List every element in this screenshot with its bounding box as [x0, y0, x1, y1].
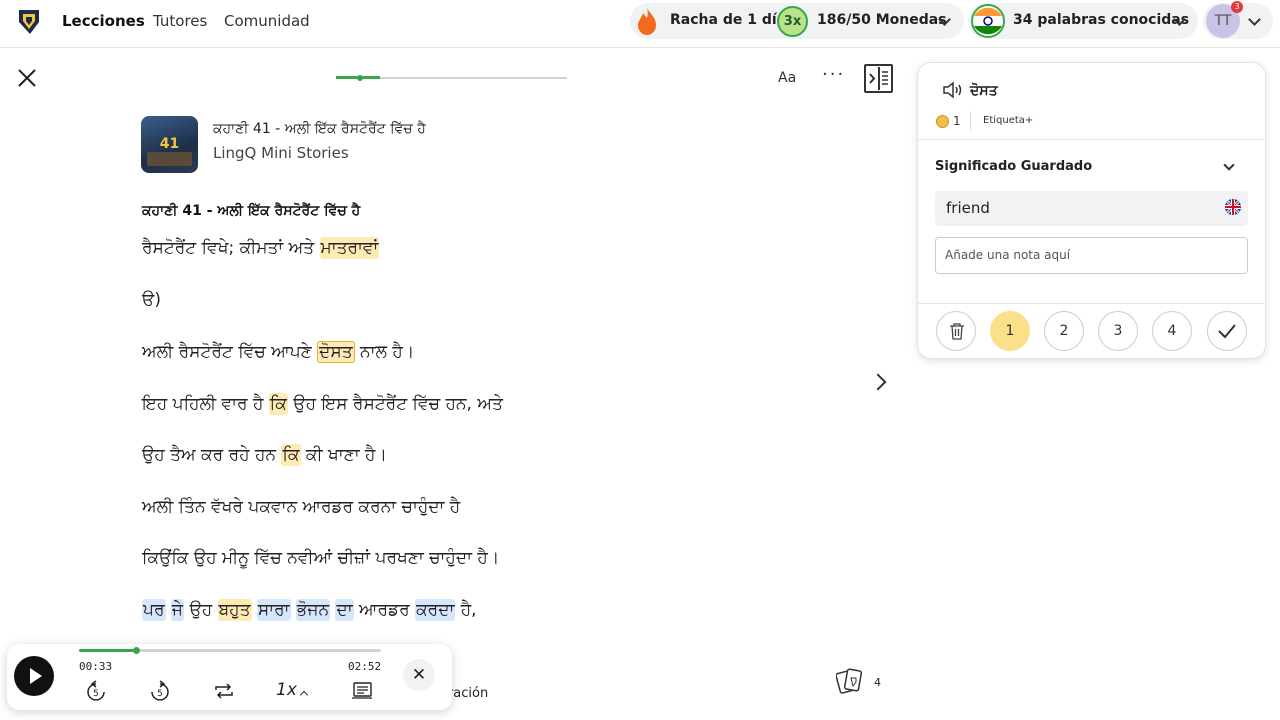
- streak-text: Racha de 1 día: [670, 12, 787, 28]
- selected-lingq-word[interactable]: ਦੋਸਤ: [317, 341, 355, 363]
- trash-icon: [950, 323, 964, 340]
- total-time: 02:52: [348, 660, 382, 673]
- svg-text:5: 5: [93, 689, 99, 699]
- coin-count: 1: [953, 114, 961, 128]
- new-word[interactable]: ਦਾ: [335, 599, 354, 621]
- chevron-down-icon[interactable]: [1223, 159, 1235, 171]
- text-line: ਕਿਉਂਕਿ ਉਹ ਮੀਨੂ ਵਿੱਚ ਨਵੀਆਂ ਚੀਜ਼ਾਂ ਪਰਖਣਾ ਚ…: [142, 548, 499, 568]
- uk-flag-icon[interactable]: [1225, 199, 1241, 215]
- level-4-button[interactable]: 4: [1152, 311, 1192, 351]
- language-flag-icon: [971, 4, 1005, 38]
- more-options-button[interactable]: ···: [822, 64, 845, 85]
- svg-text:5: 5: [157, 689, 163, 699]
- add-tag-button[interactable]: Etiqueta+: [983, 115, 1033, 126]
- current-time: 00:33: [79, 660, 113, 673]
- lingq-word[interactable]: ਮਾਤਰਾਵਾਂ: [319, 237, 380, 259]
- text-segment[interactable]: ਇਹ ਪਹਿਲੀ ਵਾਰ ਹੈ: [142, 394, 269, 414]
- text-line: ਪਰ ਜੇ ਉਹ ਬਹੁਤ ਸਾਰਾ ਭੋਜਨ ਦਾ ਆਰਡਰ ਕਰਦਾ ਹੈ,: [142, 599, 477, 621]
- notification-badge: 3: [1231, 1, 1243, 13]
- coins-text: 186/50 Monedas: [817, 12, 947, 28]
- level-3-button[interactable]: 3: [1098, 311, 1138, 351]
- cover-table-shape: [147, 152, 192, 166]
- coin-icon: [936, 115, 949, 128]
- sidebar-toggle-button[interactable]: [864, 64, 893, 93]
- text-line: ੳ): [142, 290, 161, 310]
- text-segment[interactable]: ੳ): [142, 290, 161, 310]
- known-words-text: 34 palabras conocidas: [1013, 12, 1190, 28]
- text-segment[interactable]: ਅਲੀ ਰੈਸਟੋਰੈਂਟ ਵਿੱਚ ਆਪਣੇ: [142, 342, 317, 362]
- panel-word: ਦੋਸਤ: [970, 83, 998, 99]
- audio-progress-handle[interactable]: [133, 647, 140, 654]
- new-word[interactable]: ਕਰਦਾ: [415, 599, 456, 621]
- level-1-button[interactable]: 1: [990, 311, 1030, 351]
- audio-player: 00:33 02:52 5 5 1x ✕: [7, 644, 452, 710]
- speed-button[interactable]: 1x: [276, 680, 297, 700]
- divider: [918, 139, 1265, 140]
- font-settings-button[interactable]: Aa: [778, 70, 796, 86]
- uk-flag-graphic: [1225, 199, 1241, 215]
- known-button[interactable]: [1207, 311, 1247, 351]
- nav-tutors[interactable]: Tutores: [153, 12, 207, 30]
- divider: [970, 111, 971, 131]
- saved-meaning-label: Significado Guardado: [935, 159, 1093, 174]
- lesson-title: ਕਹਾਣੀ 41 - ਅਲੀ ਇੱਕ ਰੈਸਟੋਰੈਂਟ ਵਿੱਚ ਹੈ: [213, 121, 426, 137]
- next-page-arrow-icon[interactable]: [869, 373, 887, 391]
- forward-5-icon[interactable]: 5: [149, 679, 171, 703]
- new-word[interactable]: ਭੋਜਨ: [295, 599, 331, 621]
- text-segment[interactable]: ਰੈਸਟੋਰੈਂਟ ਵਿਖੇ; ਕੀਮਤਾਂ ਅਤੇ: [142, 238, 320, 258]
- repeat-icon[interactable]: [212, 681, 236, 701]
- text-segment[interactable]: ਕੀ ਖਾਣਾ ਹੈ।: [301, 445, 387, 465]
- known-word[interactable]: ਆਰਡਰ: [359, 600, 410, 620]
- text-line: ਇਹ ਪਹਿਲੀ ਵਾਰ ਹੈ ਕਿ ਉਹ ਇਸ ਰੈਸਟੋਰੈਂਟ ਵਿੱਚ …: [142, 393, 503, 415]
- flame-icon: [638, 8, 656, 35]
- rewind-5-icon[interactable]: 5: [85, 679, 107, 703]
- lesson-progress-dot: [357, 75, 363, 81]
- known-word[interactable]: ਉਹ: [189, 600, 212, 620]
- delete-button[interactable]: [936, 311, 976, 351]
- course-name[interactable]: LingQ Mini Stories: [213, 144, 349, 162]
- lingq-word[interactable]: ਕਿ: [281, 444, 301, 466]
- multiplier-badge: 3x: [777, 6, 808, 37]
- known-word[interactable]: ਹੈ,: [461, 600, 477, 620]
- text-line: ਰੈਸਟੋਰੈਂਟ ਵਿਖੇ; ਕੀਮਤਾਂ ਅਤੇ ਮਾਤਰਾਵਾਂ: [142, 237, 380, 259]
- text-line: ਉਹ ਤੈਅ ਕਰ ਰਹੇ ਹਨ ਕਿ ਕੀ ਖਾਣਾ ਹੈ।: [142, 444, 387, 466]
- new-word[interactable]: ਸਾਰਾ: [256, 599, 291, 621]
- cards-count: 4: [874, 676, 881, 689]
- level-2-button[interactable]: 2: [1044, 311, 1084, 351]
- lesson-cover-image[interactable]: 41: [141, 116, 198, 173]
- text-segment[interactable]: ਨਾਲ ਹੈ।: [355, 342, 414, 362]
- text-segment[interactable]: ਉਹ ਇਸ ਰੈਸਟੋਰੈਂਟ ਵਿੱਚ ਹਨ, ਅਤੇ: [288, 394, 503, 414]
- text-segment[interactable]: ਅਲੀ ਤਿੰਨ ਵੱਖਰੇ ਪਕਵਾਨ ਆਰਡਰ ਕਰਨਾ ਚਾਹੁੰਦਾ ਹ…: [142, 497, 460, 517]
- text-segment[interactable]: ਉਹ ਤੈਅ ਕਰ ਰਹੇ ਹਨ: [142, 445, 281, 465]
- lingq-word[interactable]: ਬਹੁਤ: [217, 599, 252, 621]
- nav-lessons[interactable]: Lecciones: [62, 12, 145, 30]
- new-word[interactable]: ਪਰ: [142, 599, 166, 621]
- flashcards-icon[interactable]: [836, 666, 872, 698]
- collapse-sidebar-icon: [869, 67, 888, 90]
- meaning-field[interactable]: friend: [935, 191, 1248, 226]
- chevron-up-icon[interactable]: [299, 690, 309, 700]
- play-icon: [30, 668, 42, 684]
- divider: [918, 303, 1265, 304]
- speaker-icon[interactable]: [942, 81, 964, 99]
- lingq-logo-icon[interactable]: [16, 8, 42, 36]
- note-field[interactable]: Añade una nota aquí: [935, 237, 1248, 274]
- close-player-button[interactable]: ✕: [403, 659, 435, 691]
- cover-number: 41: [159, 136, 180, 152]
- lingq-word[interactable]: ਕਿ: [268, 393, 288, 415]
- text-line: ਅਲੀ ਤਿੰਨ ਵੱਖਰੇ ਪਕਵਾਨ ਆਰਡਰ ਕਰਨਾ ਚਾਹੁੰਦਾ ਹ…: [142, 497, 460, 517]
- lesson-heading: ਕਹਾਣੀ 41 - ਅਲੀ ਇੱਕ ਰੈਸਟੋਰੈਂਟ ਵਿੱਚ ਹੈ: [142, 203, 361, 219]
- new-word[interactable]: ਜੇ: [170, 599, 185, 621]
- text-segment[interactable]: ਕਿਉਂਕਿ ਉਹ ਮੀਨੂ ਵਿੱਚ ਨਵੀਆਂ ਚੀਜ਼ਾਂ ਪਰਖਣਾ ਚ…: [142, 548, 499, 568]
- nav-community[interactable]: Comunidad: [224, 12, 310, 30]
- checkmark-icon: [1218, 324, 1236, 339]
- audio-progress-fill: [79, 649, 136, 652]
- close-icon[interactable]: [17, 68, 37, 88]
- text-line: ਅਲੀ ਰੈਸਟੋਰੈਂਟ ਵਿੱਚ ਆਪਣੇ ਦੋਸਤ ਨਾਲ ਹੈ।: [142, 341, 414, 363]
- top-bar: Lecciones Tutores Comunidad Racha de 1 d…: [0, 0, 1280, 48]
- word-definition-panel: ਦੋਸਤ 1 Etiqueta+ Significado Guardado fr…: [917, 62, 1266, 359]
- transcript-icon[interactable]: [351, 681, 373, 701]
